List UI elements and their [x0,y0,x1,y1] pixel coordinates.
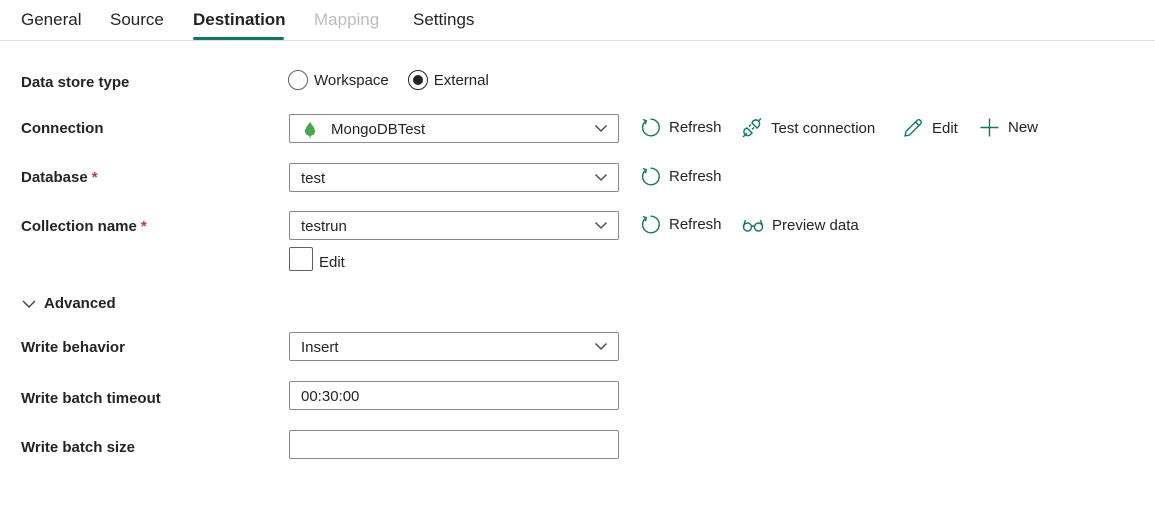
database-required-mark: * [91,169,98,186]
radio-workspace[interactable]: Workspace [288,70,389,90]
refresh-icon [641,118,660,137]
data-store-type-label: Data store type [21,74,130,91]
write-batch-size-label: Write batch size [21,439,135,456]
connection-value: MongoDBTest [331,121,426,138]
connection-edit-button[interactable]: Edit [902,117,958,139]
glasses-icon [742,219,764,232]
tab-destination[interactable]: Destination [193,10,286,30]
refresh-icon [641,167,660,186]
radio-external-label: External [433,71,489,89]
test-connection-label: Test connection [771,119,876,137]
tab-source[interactable]: Source [110,10,164,30]
collection-edit-checkbox-box[interactable] [289,247,313,271]
write-batch-timeout-value: 00:30:00 [301,388,360,405]
preview-data-button[interactable]: Preview data [742,216,859,234]
chevron-down-icon [595,174,607,181]
database-label: Database * [21,169,98,186]
write-batch-timeout-label: Write batch timeout [21,390,161,407]
collection-edit-checkbox-label: Edit [319,253,345,271]
tab-general[interactable]: General [21,10,81,30]
data-store-type-radio-group: Workspace External [288,69,508,91]
mongodb-leaf-icon [305,122,315,138]
collection-value: testrun [301,218,347,235]
radio-external[interactable]: External [407,70,489,90]
test-connection-icon [742,118,762,138]
radio-external-circle[interactable] [407,70,428,90]
database-label-text: Database [21,169,88,186]
refresh-icon [641,215,660,234]
database-refresh-label: Refresh [669,168,722,185]
collection-select[interactable]: testrun [289,211,619,240]
pencil-icon [904,119,922,137]
write-batch-size-input[interactable] [289,430,619,459]
preview-data-label: Preview data [772,216,859,234]
collection-refresh-button[interactable]: Refresh [640,214,722,235]
tab-bar: General Source Destination Mapping Setti… [0,0,1155,41]
plus-icon [980,118,999,137]
chevron-down-icon [595,222,607,229]
connection-label: Connection [21,120,104,137]
connection-edit-label: Edit [932,119,958,137]
write-behavior-label: Write behavior [21,339,125,356]
chevron-down-icon [595,125,607,132]
write-behavior-select[interactable]: Insert [289,332,619,361]
collection-refresh-label: Refresh [669,216,722,233]
write-batch-timeout-input[interactable]: 00:30:00 [289,381,619,410]
connection-select[interactable]: MongoDBTest [289,114,619,143]
collection-name-label-text: Collection name [21,218,137,235]
chevron-down-icon [595,343,607,350]
test-connection-button[interactable]: Test connection [741,117,875,139]
collection-name-label: Collection name * [21,218,147,235]
advanced-section-toggle[interactable]: Advanced [21,295,116,312]
new-connection-label: New [1008,119,1039,136]
advanced-label: Advanced [44,295,116,312]
tab-settings[interactable]: Settings [413,10,474,30]
write-behavior-value: Insert [301,339,339,356]
connection-refresh-button[interactable]: Refresh [640,117,722,138]
database-value: test [301,170,326,187]
radio-workspace-label: Workspace [314,71,389,89]
tab-mapping: Mapping [314,10,380,29]
new-connection-button[interactable]: New [979,117,1038,138]
collection-edit-checkbox[interactable]: Edit [289,247,345,271]
database-select[interactable]: test [289,163,619,192]
active-tab-indicator [193,37,284,40]
database-refresh-button[interactable]: Refresh [640,166,722,187]
radio-workspace-circle[interactable] [288,70,308,90]
collection-required-mark: * [140,218,147,235]
connection-refresh-label: Refresh [669,119,722,136]
chevron-down-icon [22,300,36,308]
